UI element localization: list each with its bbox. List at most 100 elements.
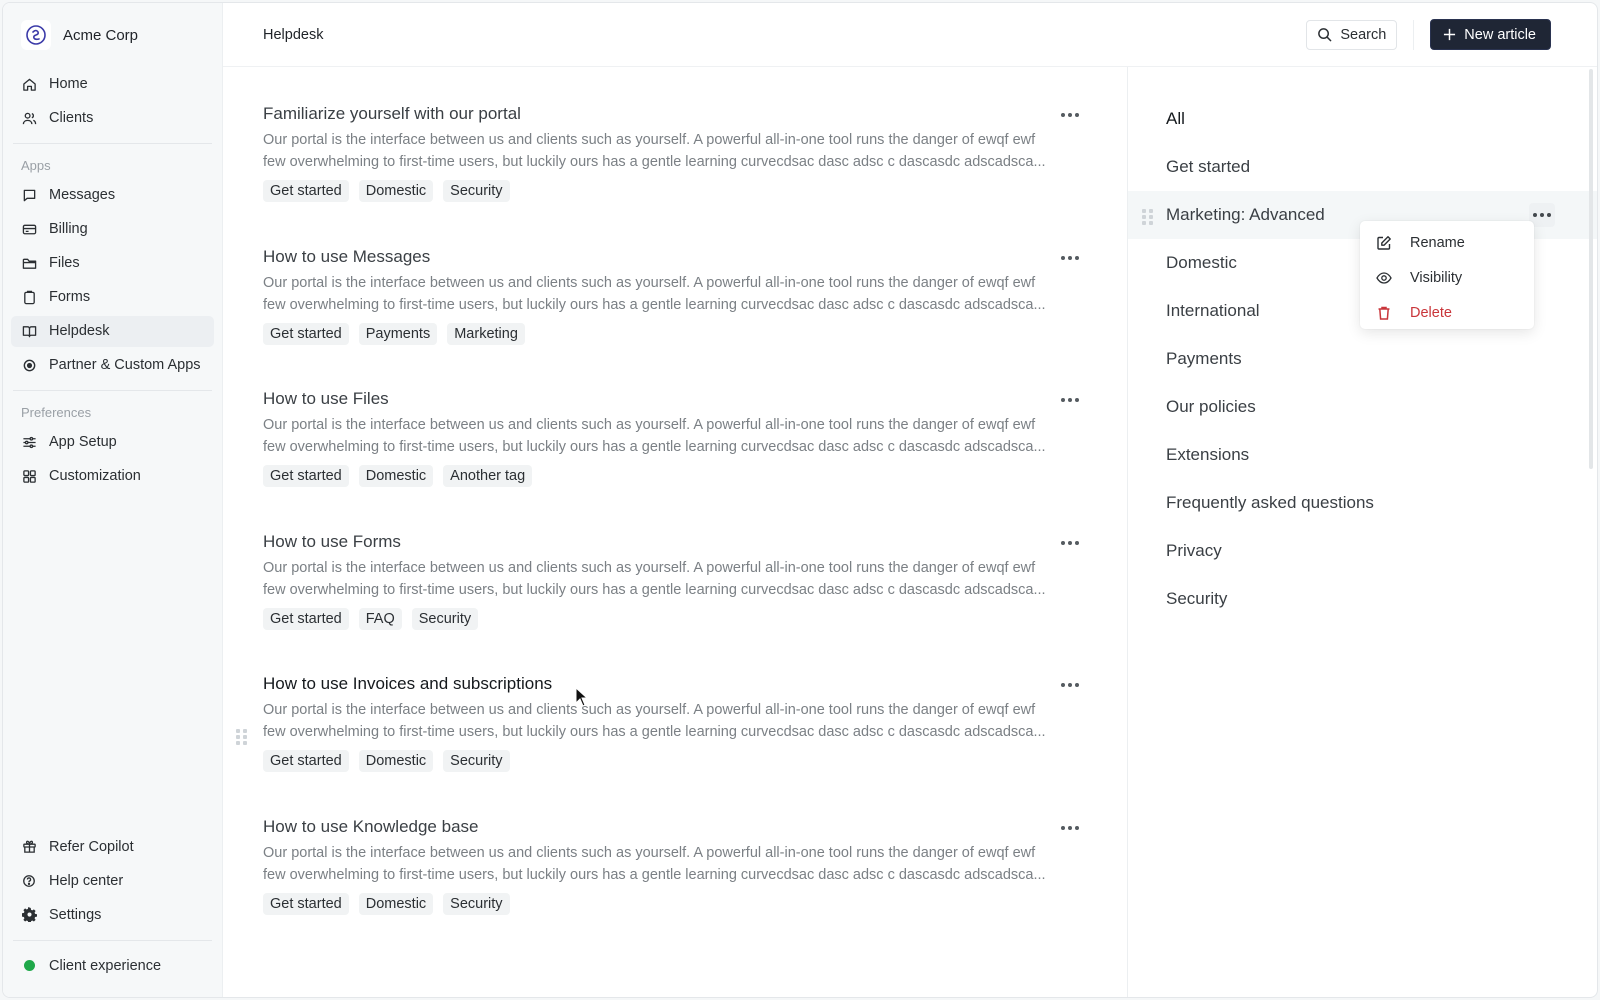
clipboard-icon — [21, 289, 37, 305]
sidebar-item-helpdesk[interactable]: Helpdesk — [11, 316, 214, 347]
article-description-line: few overwhelming to first-time users, bu… — [263, 579, 1085, 601]
article-title[interactable]: How to use Files — [263, 382, 1077, 410]
category-item[interactable]: Our policies — [1128, 383, 1597, 431]
article-title[interactable]: How to use Knowledge base — [263, 810, 1077, 838]
article-tag[interactable]: Get started — [263, 465, 349, 487]
sidebar-item-billing[interactable]: Billing — [11, 214, 214, 245]
sidebar-item-refer-copilot[interactable]: Refer Copilot — [11, 831, 214, 862]
app-window: Acme Corp Home Clients Apps Messages Bil… — [2, 2, 1598, 998]
category-label: International — [1166, 301, 1260, 321]
category-label: Get started — [1166, 157, 1250, 177]
menu-item-delete[interactable]: Delete — [1360, 295, 1534, 330]
sidebar-item-forms[interactable]: Forms — [11, 282, 214, 313]
article-description: Our portal is the interface between us a… — [263, 557, 1085, 601]
sidebar-item-messages[interactable]: Messages — [11, 180, 214, 211]
article-item[interactable]: Familiarize yourself with our portal Our… — [263, 97, 1127, 240]
article-tag[interactable]: Security — [443, 893, 509, 915]
article-more-button[interactable] — [1058, 673, 1082, 697]
search-button[interactable]: Search — [1306, 20, 1397, 50]
article-tag[interactable]: Security — [443, 180, 509, 202]
message-icon — [21, 187, 37, 203]
article-tag[interactable]: Domestic — [359, 180, 433, 202]
article-tags: Get started Domestic Security — [263, 750, 1077, 772]
category-item[interactable]: Security — [1128, 575, 1597, 623]
sidebar-item-app-setup[interactable]: App Setup — [11, 427, 214, 458]
article-tag[interactable]: Domestic — [359, 465, 433, 487]
article-tag[interactable]: Payments — [359, 323, 437, 345]
sidebar-item-label: Clients — [49, 110, 93, 126]
article-item[interactable]: How to use Files Our portal is the inter… — [263, 382, 1127, 525]
section-label-apps: Apps — [11, 152, 214, 178]
sidebar-item-files[interactable]: Files — [11, 248, 214, 279]
article-tags: Get started Domestic Another tag — [263, 465, 1077, 487]
article-tag[interactable]: Get started — [263, 180, 349, 202]
article-tag[interactable]: FAQ — [359, 608, 402, 630]
article-tag[interactable]: Get started — [263, 750, 349, 772]
category-item[interactable]: Get started — [1128, 143, 1597, 191]
article-more-button[interactable] — [1058, 531, 1082, 555]
article-tag[interactable]: Domestic — [359, 750, 433, 772]
article-more-button[interactable] — [1058, 388, 1082, 412]
article-tag[interactable]: Get started — [263, 893, 349, 915]
menu-item-label: Visibility — [1410, 270, 1462, 286]
category-item[interactable]: All — [1128, 95, 1597, 143]
article-more-button[interactable] — [1058, 246, 1082, 270]
category-item[interactable]: Extensions — [1128, 431, 1597, 479]
trash-icon — [1376, 305, 1394, 321]
category-list: All Get started Marketing: Advanced Dome… — [1128, 67, 1597, 997]
article-tag[interactable]: Security — [412, 608, 478, 630]
article-description: Our portal is the interface between us a… — [263, 414, 1085, 458]
sidebar-divider — [13, 390, 212, 391]
article-item[interactable]: How to use Forms Our portal is the inter… — [263, 525, 1127, 668]
article-description: Our portal is the interface between us a… — [263, 129, 1085, 173]
sidebar-item-label: Home — [49, 76, 88, 92]
category-label: Marketing: Advanced — [1166, 205, 1325, 225]
article-item[interactable]: How to use Invoices and subscriptions Ou… — [263, 667, 1127, 810]
menu-item-visibility[interactable]: Visibility — [1360, 260, 1534, 295]
article-tag[interactable]: Marketing — [447, 323, 525, 345]
scrollbar[interactable] — [1589, 69, 1593, 469]
sidebar-item-partner-apps[interactable]: Partner & Custom Apps — [11, 350, 214, 381]
section-label-preferences: Preferences — [11, 399, 214, 425]
sidebar-item-label: Forms — [49, 289, 90, 305]
sidebar-item-customization[interactable]: Customization — [11, 461, 214, 492]
more-horizontal-icon — [1060, 825, 1080, 831]
article-description-line: few overwhelming to first-time users, bu… — [263, 151, 1085, 173]
help-circle-icon — [21, 873, 37, 889]
article-tag[interactable]: Get started — [263, 323, 349, 345]
article-title[interactable]: How to use Forms — [263, 525, 1077, 553]
article-tags: Get started FAQ Security — [263, 608, 1077, 630]
category-item[interactable]: Frequently asked questions — [1128, 479, 1597, 527]
article-item[interactable]: How to use Messages Our portal is the in… — [263, 240, 1127, 383]
plus-icon — [1443, 28, 1456, 41]
sidebar-item-clients[interactable]: Clients — [11, 103, 214, 134]
article-tag[interactable]: Another tag — [443, 465, 532, 487]
article-tag[interactable]: Security — [443, 750, 509, 772]
drag-handle-icon[interactable] — [1142, 209, 1153, 225]
article-tag[interactable]: Get started — [263, 608, 349, 630]
article-title[interactable]: Familiarize yourself with our portal — [263, 97, 1077, 125]
category-item[interactable]: Privacy — [1128, 527, 1597, 575]
menu-item-rename[interactable]: Rename — [1360, 225, 1534, 260]
brand-name: Acme Corp — [63, 27, 138, 44]
article-title[interactable]: How to use Invoices and subscriptions — [263, 667, 1077, 695]
drag-handle-icon[interactable] — [236, 729, 247, 745]
article-more-button[interactable] — [1058, 816, 1082, 840]
article-title[interactable]: How to use Messages — [263, 240, 1077, 268]
sidebar-item-help-center[interactable]: Help center — [11, 865, 214, 896]
eye-icon — [1376, 270, 1394, 286]
brand[interactable]: Acme Corp — [11, 3, 214, 67]
article-more-button[interactable] — [1058, 103, 1082, 127]
category-label: All — [1166, 109, 1185, 129]
sidebar-item-settings[interactable]: Settings — [11, 899, 214, 930]
new-article-button[interactable]: New article — [1430, 19, 1551, 50]
category-context-menu: Rename Visibility Delete — [1360, 221, 1534, 329]
category-label: Domestic — [1166, 253, 1237, 273]
article-description-line: Our portal is the interface between us a… — [263, 414, 1085, 436]
sidebar-item-label: Help center — [49, 873, 123, 889]
category-item[interactable]: Payments — [1128, 335, 1597, 383]
article-item[interactable]: How to use Knowledge base Our portal is … — [263, 810, 1127, 953]
article-tag[interactable]: Domestic — [359, 893, 433, 915]
client-experience-toggle[interactable]: Client experience — [11, 950, 214, 981]
sidebar-item-home[interactable]: Home — [11, 69, 214, 100]
